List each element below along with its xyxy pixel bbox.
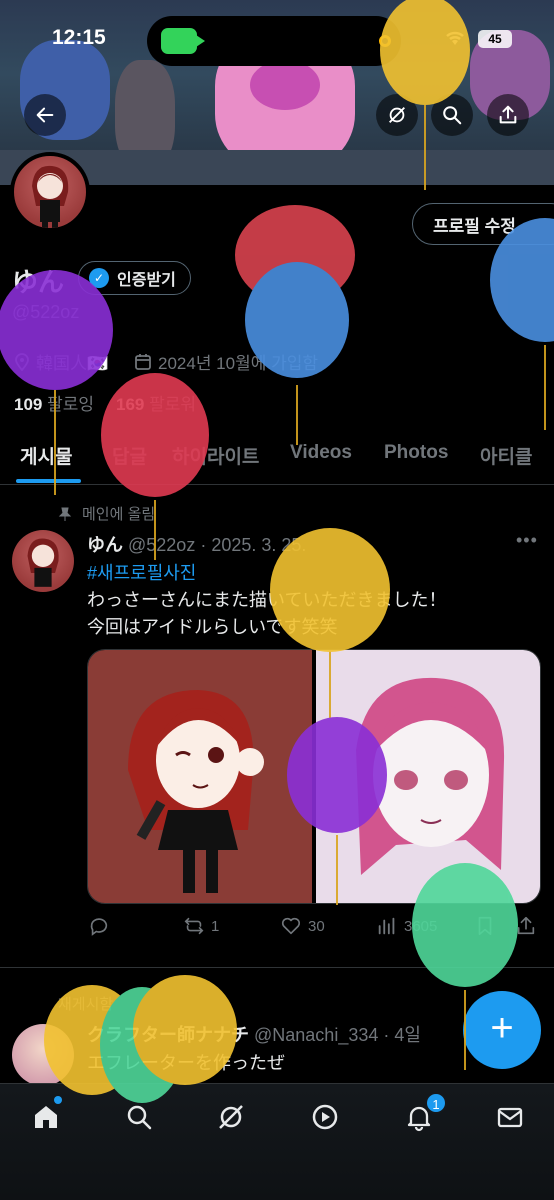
reply-button[interactable] xyxy=(88,915,116,937)
grok-icon xyxy=(389,107,405,123)
post-avatar[interactable] xyxy=(12,530,74,592)
dynamic-island xyxy=(147,16,401,66)
media-image-left[interactable] xyxy=(88,650,312,903)
search-icon xyxy=(127,1105,152,1130)
post2-header: クラフター師ナナチ @Nanachi_334 · 4일 xyxy=(87,1021,421,1047)
get-verified-label: 인증받기 xyxy=(117,272,176,289)
profile-banner[interactable]: 12:15 45 xyxy=(0,0,554,185)
post-author-name[interactable]: ゆん xyxy=(87,535,123,555)
following-link[interactable]: 109 팔로잉 xyxy=(14,390,94,415)
followers-label: 팔로워 xyxy=(149,395,197,414)
tab-photos[interactable]: Photos xyxy=(384,442,448,464)
notification-badge: 1 xyxy=(425,1092,447,1114)
recording-dot-icon xyxy=(379,35,391,47)
post2-meta: @Nanachi_334 · 4일 xyxy=(249,1025,421,1045)
followers-count: 169 xyxy=(116,395,145,414)
back-icon xyxy=(36,107,54,123)
tab-videos[interactable]: Videos xyxy=(290,442,352,464)
post-more-button[interactable]: ••• xyxy=(516,530,538,551)
wifi-icon xyxy=(444,29,466,53)
mail-icon xyxy=(497,1107,523,1128)
nav-messages[interactable] xyxy=(493,1100,527,1134)
repost-button[interactable]: 1 xyxy=(183,915,219,937)
profile-location: 韓国人🇰🇷 xyxy=(14,349,108,374)
grok-icon xyxy=(219,1105,243,1129)
share-post-button[interactable] xyxy=(515,915,543,937)
views-button[interactable]: 3605 xyxy=(376,915,437,937)
nav-search[interactable] xyxy=(122,1100,156,1134)
share-icon xyxy=(517,916,535,935)
post-media[interactable] xyxy=(87,649,541,904)
active-tab-indicator xyxy=(16,479,81,483)
battery-indicator: 45 xyxy=(478,30,512,48)
tab-highlights[interactable]: 하이라이트 xyxy=(172,442,259,469)
video-icon xyxy=(312,1104,338,1130)
followers-link[interactable]: 169 팔로워 xyxy=(116,390,196,415)
location-icon xyxy=(15,352,29,371)
nav-home[interactable] xyxy=(29,1100,63,1134)
search-icon xyxy=(443,106,462,125)
verified-icon: ✓ xyxy=(89,268,109,288)
profile-joined: 2024년 10월에 가입함 xyxy=(134,349,318,374)
status-time: 12:15 xyxy=(52,26,106,49)
views-count: 3605 xyxy=(404,917,438,935)
profile-name: ゆん xyxy=(12,267,65,297)
home-icon xyxy=(35,1106,57,1128)
post-header: ゆん @522oz · 2025. 3. 25. xyxy=(87,531,306,557)
search-button[interactable] xyxy=(431,94,473,136)
facetime-icon xyxy=(161,28,205,54)
repost-icon xyxy=(184,917,204,935)
grok-button[interactable] xyxy=(376,94,418,136)
following-count: 109 xyxy=(14,395,43,414)
views-icon xyxy=(378,917,395,935)
tab-replies[interactable]: 답글 xyxy=(112,442,147,469)
joined-text: 2024년 10월에 가입함 xyxy=(158,354,319,373)
post-divider xyxy=(0,967,554,968)
pin-icon xyxy=(58,507,72,521)
pinned-label: 메인에 올림 xyxy=(82,506,156,523)
get-verified-button[interactable]: ✓ 인증받기 xyxy=(78,261,191,295)
home-unread-dot xyxy=(54,1096,62,1104)
post2-avatar[interactable] xyxy=(12,1024,74,1086)
nav-video[interactable] xyxy=(308,1100,342,1134)
nav-grok[interactable] xyxy=(214,1100,248,1134)
share-icon xyxy=(499,105,517,124)
profile-screen: 12:15 45 프로필 수정 ゆん ✓ 인증받기 @522oz 韓国人🇰🇷 2… xyxy=(0,0,554,1200)
reply-icon xyxy=(90,918,108,936)
location-text: 韓国人🇰🇷 xyxy=(36,354,109,373)
status-bar: 12:15 45 xyxy=(0,0,554,80)
like-button[interactable]: 30 xyxy=(280,915,325,937)
repost-indicator: 재게시함 xyxy=(58,996,114,1013)
share-button[interactable] xyxy=(487,94,529,136)
following-label: 팔로잉 xyxy=(47,395,95,414)
profile-avatar[interactable] xyxy=(10,152,90,232)
like-count: 30 xyxy=(308,917,325,935)
tab-posts[interactable]: 게시물 xyxy=(20,442,72,469)
post-hashtag[interactable]: #새프로필사진 xyxy=(87,559,196,585)
post-text-line-2: 今回はアイドルらしいです笑笑 xyxy=(87,617,338,637)
bottom-nav: 1 xyxy=(0,1083,554,1200)
media-image-right[interactable] xyxy=(316,650,540,903)
like-icon xyxy=(281,917,301,935)
post-text-line-1: わっさーさんにまた描いていただきました！ xyxy=(87,590,447,610)
compose-button[interactable]: + xyxy=(463,991,541,1069)
post2-text: エフレーターを作ったぜ xyxy=(87,1053,285,1073)
calendar-icon xyxy=(135,353,151,370)
profile-tabs: 게시물 답글 하이라이트 Videos Photos 아티클 xyxy=(0,430,554,485)
edit-profile-button[interactable]: 프로필 수정 xyxy=(412,203,554,245)
repost-count: 1 xyxy=(211,917,220,935)
pinned-indicator: 메인에 올림 xyxy=(58,503,155,524)
post2-author-name[interactable]: クラフター師ナナチ xyxy=(87,1025,249,1045)
bookmark-icon xyxy=(478,916,492,936)
back-button[interactable] xyxy=(24,94,66,136)
profile-handle: @522oz xyxy=(12,302,80,322)
tab-articles[interactable]: 아티클 xyxy=(480,442,532,469)
post-meta: @522oz · 2025. 3. 25. xyxy=(123,535,307,555)
bookmark-button[interactable] xyxy=(474,915,502,937)
